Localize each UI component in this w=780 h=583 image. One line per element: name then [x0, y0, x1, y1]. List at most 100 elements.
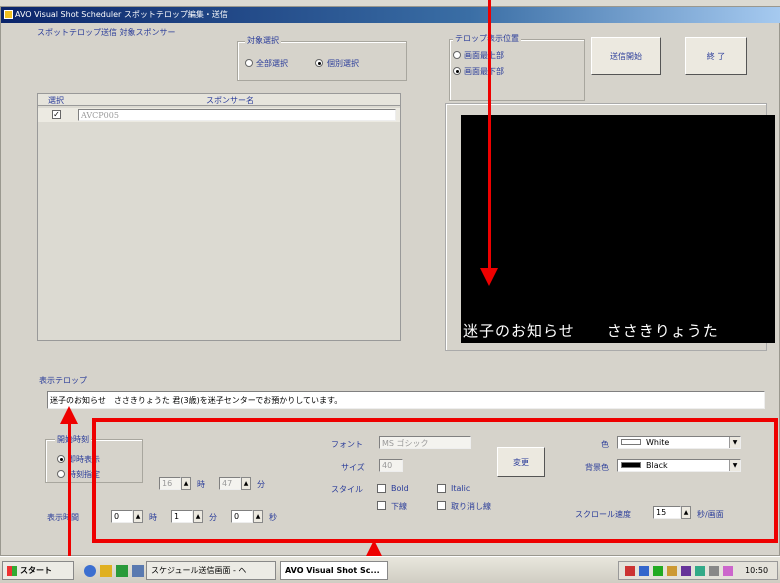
duration-second-input[interactable]: 0: [231, 510, 253, 523]
underline-checkbox[interactable]: [377, 501, 386, 510]
bold-label: Bold: [391, 484, 409, 493]
app-window: AVO Visual Shot Scheduler スポットテロップ編集・送信 …: [0, 6, 780, 556]
color-swatch: [621, 439, 641, 445]
size-label: サイズ: [341, 463, 365, 472]
duration-minute-unit: 分: [209, 513, 217, 522]
windows-logo-icon: [7, 565, 17, 576]
telop-input[interactable]: 迷子のお知らせ ささきりょうた 君(3歳)を迷子センターでお預かりしています。: [47, 391, 765, 409]
duration-minute-input[interactable]: 1: [171, 510, 193, 523]
radio-immediate[interactable]: [57, 455, 65, 463]
duration-hour-spinner[interactable]: ▲: [133, 510, 143, 523]
app-icon: [4, 10, 13, 19]
tray-icon[interactable]: [695, 566, 705, 576]
tray-icon[interactable]: [639, 566, 649, 576]
taskbar-item-avo[interactable]: AVO Visual Shot Sc...: [280, 561, 388, 580]
start-minute-unit: 分: [257, 480, 265, 489]
telop-label: 表示テロップ: [39, 376, 87, 385]
italic-label: Italic: [451, 484, 471, 493]
radio-top-label: 画面最上部: [464, 51, 504, 60]
radio-immediate-label: 即時表示: [68, 455, 100, 464]
taskbar-item-schedule[interactable]: スケジュール送信画面 - ヘ: [146, 561, 276, 580]
underline-label: 下線: [391, 502, 407, 511]
desktop-icon[interactable]: [132, 564, 144, 577]
radio-scheduled[interactable]: [57, 470, 65, 478]
font-input: MS ゴシック: [379, 436, 471, 449]
duration-minute-spinner[interactable]: ▲: [193, 510, 203, 523]
annotation-arrow-down-icon: [480, 268, 498, 286]
bg-color-swatch: [621, 462, 641, 468]
radio-individual-label: 個別選択: [327, 59, 359, 68]
scroll-speed-label: スクロール速度: [575, 510, 631, 519]
chevron-down-icon[interactable]: ▼: [729, 437, 740, 448]
font-label: フォント: [331, 440, 363, 449]
color-label: 色: [601, 440, 609, 449]
start-hour-spinner[interactable]: ▲: [181, 477, 191, 490]
duration-second-spinner[interactable]: ▲: [253, 510, 263, 523]
position-group-label: テロップ表示位置: [453, 33, 521, 44]
header-sponsor-name: スポンサー名: [206, 96, 254, 105]
system-tray: 10:50: [618, 561, 778, 580]
window-title: AVO Visual Shot Scheduler スポットテロップ編集・送信: [15, 10, 228, 19]
italic-checkbox[interactable]: [437, 484, 446, 493]
target-select-group-label: 対象選択: [245, 35, 281, 46]
size-input: 40: [379, 459, 403, 472]
scroll-speed-input[interactable]: 15: [653, 506, 681, 519]
start-minute-input[interactable]: 47: [219, 477, 241, 490]
sponsor-table: 選択 スポンサー名 ✓ AVCP005: [37, 93, 401, 341]
media-icon[interactable]: [116, 564, 128, 577]
strike-checkbox[interactable]: [437, 501, 446, 510]
style-label: スタイル: [331, 485, 363, 494]
start-label: スタート: [20, 566, 52, 575]
send-start-button[interactable]: 送信開始: [591, 37, 661, 75]
radio-all-label: 全部選択: [256, 59, 288, 68]
radio-individual[interactable]: [315, 59, 323, 67]
ie-icon[interactable]: [84, 564, 96, 577]
radio-all[interactable]: [245, 59, 253, 67]
start-hour-unit: 時: [197, 480, 205, 489]
title-bar[interactable]: AVO Visual Shot Scheduler スポットテロップ編集・送信: [1, 7, 780, 23]
bg-color-label: 背景色: [585, 463, 609, 472]
duration-hour-unit: 時: [149, 513, 157, 522]
taskbar: スタート スケジュール送信画面 - ヘ AVO Visual Shot Sc..…: [0, 556, 780, 583]
radio-scheduled-label: 時刻指定: [68, 470, 100, 479]
bold-checkbox[interactable]: [377, 484, 386, 493]
sponsor-section-label: スポットテロップ送信 対象スポンサー: [37, 28, 176, 37]
table-row[interactable]: ✓ AVCP005: [38, 108, 400, 122]
color-select[interactable]: White ▼: [617, 436, 741, 449]
end-button[interactable]: 終 了: [685, 37, 747, 75]
start-hour-input[interactable]: 16: [159, 477, 181, 490]
header-select: 選択: [48, 96, 64, 105]
tray-icon[interactable]: [625, 566, 635, 576]
clock[interactable]: 10:50: [745, 566, 768, 575]
tray-icon[interactable]: [709, 566, 719, 576]
duration-hour-input[interactable]: 0: [111, 510, 133, 523]
start-button[interactable]: スタート: [2, 561, 74, 580]
bg-color-value: Black: [646, 461, 668, 470]
scroll-speed-spinner[interactable]: ▲: [681, 506, 691, 519]
scroll-speed-unit: 秒/画面: [697, 510, 724, 519]
chevron-down-icon[interactable]: ▼: [729, 460, 740, 471]
outlook-icon[interactable]: [100, 564, 112, 577]
strike-label: 取り消し線: [451, 502, 491, 511]
tray-icon[interactable]: [723, 566, 733, 576]
tray-icon[interactable]: [667, 566, 677, 576]
radio-bottom-label: 画面最下部: [464, 67, 504, 76]
row-sponsor-name: AVCP005: [78, 109, 396, 121]
sponsor-table-header: 選択 スポンサー名: [38, 94, 400, 106]
telop-preview: 迷子のお知らせ ささきりょうた: [461, 115, 775, 343]
color-value: White: [646, 438, 670, 447]
radio-bottom[interactable]: [453, 67, 461, 75]
duration-second-unit: 秒: [269, 513, 277, 522]
font-change-button[interactable]: 変更: [497, 447, 545, 477]
radio-top[interactable]: [453, 51, 461, 59]
tray-icon[interactable]: [681, 566, 691, 576]
preview-text: 迷子のお知らせ ささきりょうた: [463, 322, 719, 340]
annotation-arrow-line: [488, 0, 491, 270]
start-time-group-label: 開始時刻: [55, 434, 91, 445]
start-minute-spinner[interactable]: ▲: [241, 477, 251, 490]
row-select-checkbox[interactable]: ✓: [52, 110, 61, 119]
duration-label: 表示時間: [47, 513, 79, 522]
bg-color-select[interactable]: Black ▼: [617, 459, 741, 472]
tray-icon[interactable]: [653, 566, 663, 576]
quick-launch: [84, 562, 144, 579]
